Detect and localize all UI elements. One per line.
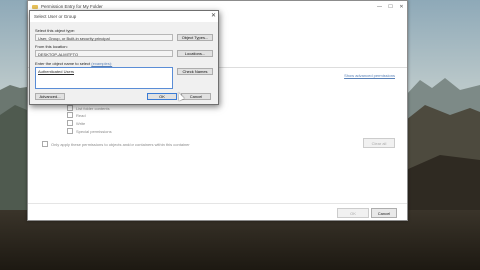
enter-object-name-label: Enter the object name to select (example… bbox=[35, 61, 112, 66]
permission-checkbox-write[interactable]: Write bbox=[67, 120, 85, 126]
checkbox[interactable] bbox=[42, 141, 48, 147]
locations-button[interactable]: Locations... bbox=[177, 50, 213, 57]
folder-icon bbox=[32, 4, 38, 9]
window-title: Permission Entry for My Folder bbox=[41, 4, 103, 9]
object-type-field: User, Group, or Built-in security princi… bbox=[35, 34, 173, 41]
object-name-input[interactable]: Authenticated Users bbox=[35, 67, 173, 89]
footer-divider bbox=[28, 203, 407, 204]
checkbox-label: List folder contents bbox=[76, 105, 110, 111]
permission-checkbox-read[interactable]: Read bbox=[67, 112, 86, 118]
checkbox-label: Read bbox=[76, 112, 86, 118]
maximize-button[interactable]: ☐ bbox=[385, 1, 396, 12]
dialog-close-icon[interactable]: ✕ bbox=[211, 12, 216, 19]
check-names-button[interactable]: Check Names bbox=[177, 68, 213, 75]
minimize-button[interactable]: — bbox=[374, 1, 385, 12]
examples-link[interactable]: (examples): bbox=[91, 61, 112, 66]
select-user-or-group-dialog: Select User or Group ✕ Select this objec… bbox=[29, 10, 219, 105]
advanced-button[interactable]: Advanced... bbox=[35, 93, 65, 100]
ok-button[interactable]: OK bbox=[337, 208, 369, 218]
object-type-label: Select this object type: bbox=[35, 28, 76, 33]
show-advanced-permissions-link[interactable]: Show advanced permissions bbox=[344, 73, 395, 78]
checkbox[interactable] bbox=[67, 112, 73, 118]
clear-all-button[interactable]: Clear all bbox=[363, 138, 395, 148]
apply-within-container-checkbox[interactable]: Only apply these permissions to objects … bbox=[42, 141, 190, 147]
enter-label-text: Enter the object name to select bbox=[35, 61, 91, 66]
permission-checkbox-special[interactable]: Special permissions bbox=[67, 128, 112, 134]
checkbox-label: Special permissions bbox=[76, 128, 112, 134]
cancel-button[interactable]: Cancel bbox=[371, 208, 397, 218]
checkbox-label: Write bbox=[76, 120, 86, 126]
entered-object-name: Authenticated Users bbox=[38, 69, 75, 74]
checkbox[interactable] bbox=[67, 120, 73, 126]
object-types-button[interactable]: Object Types... bbox=[177, 34, 213, 41]
checkbox[interactable] bbox=[67, 128, 73, 134]
dialog-titlebar[interactable]: Select User or Group bbox=[30, 11, 218, 22]
dialog-title: Select User or Group bbox=[34, 14, 77, 19]
checkbox[interactable] bbox=[67, 105, 73, 111]
dialog-ok-button[interactable]: OK bbox=[147, 93, 177, 100]
dialog-cancel-button[interactable]: Cancel bbox=[181, 93, 211, 100]
location-field: DESKTOP-ALMITFTO bbox=[35, 50, 173, 57]
permission-checkbox-list-folder[interactable]: List folder contents bbox=[67, 105, 110, 111]
checkbox-label: Only apply these permissions to objects … bbox=[51, 141, 190, 147]
location-label: From this location: bbox=[35, 44, 68, 49]
close-button[interactable]: ✕ bbox=[396, 1, 407, 12]
